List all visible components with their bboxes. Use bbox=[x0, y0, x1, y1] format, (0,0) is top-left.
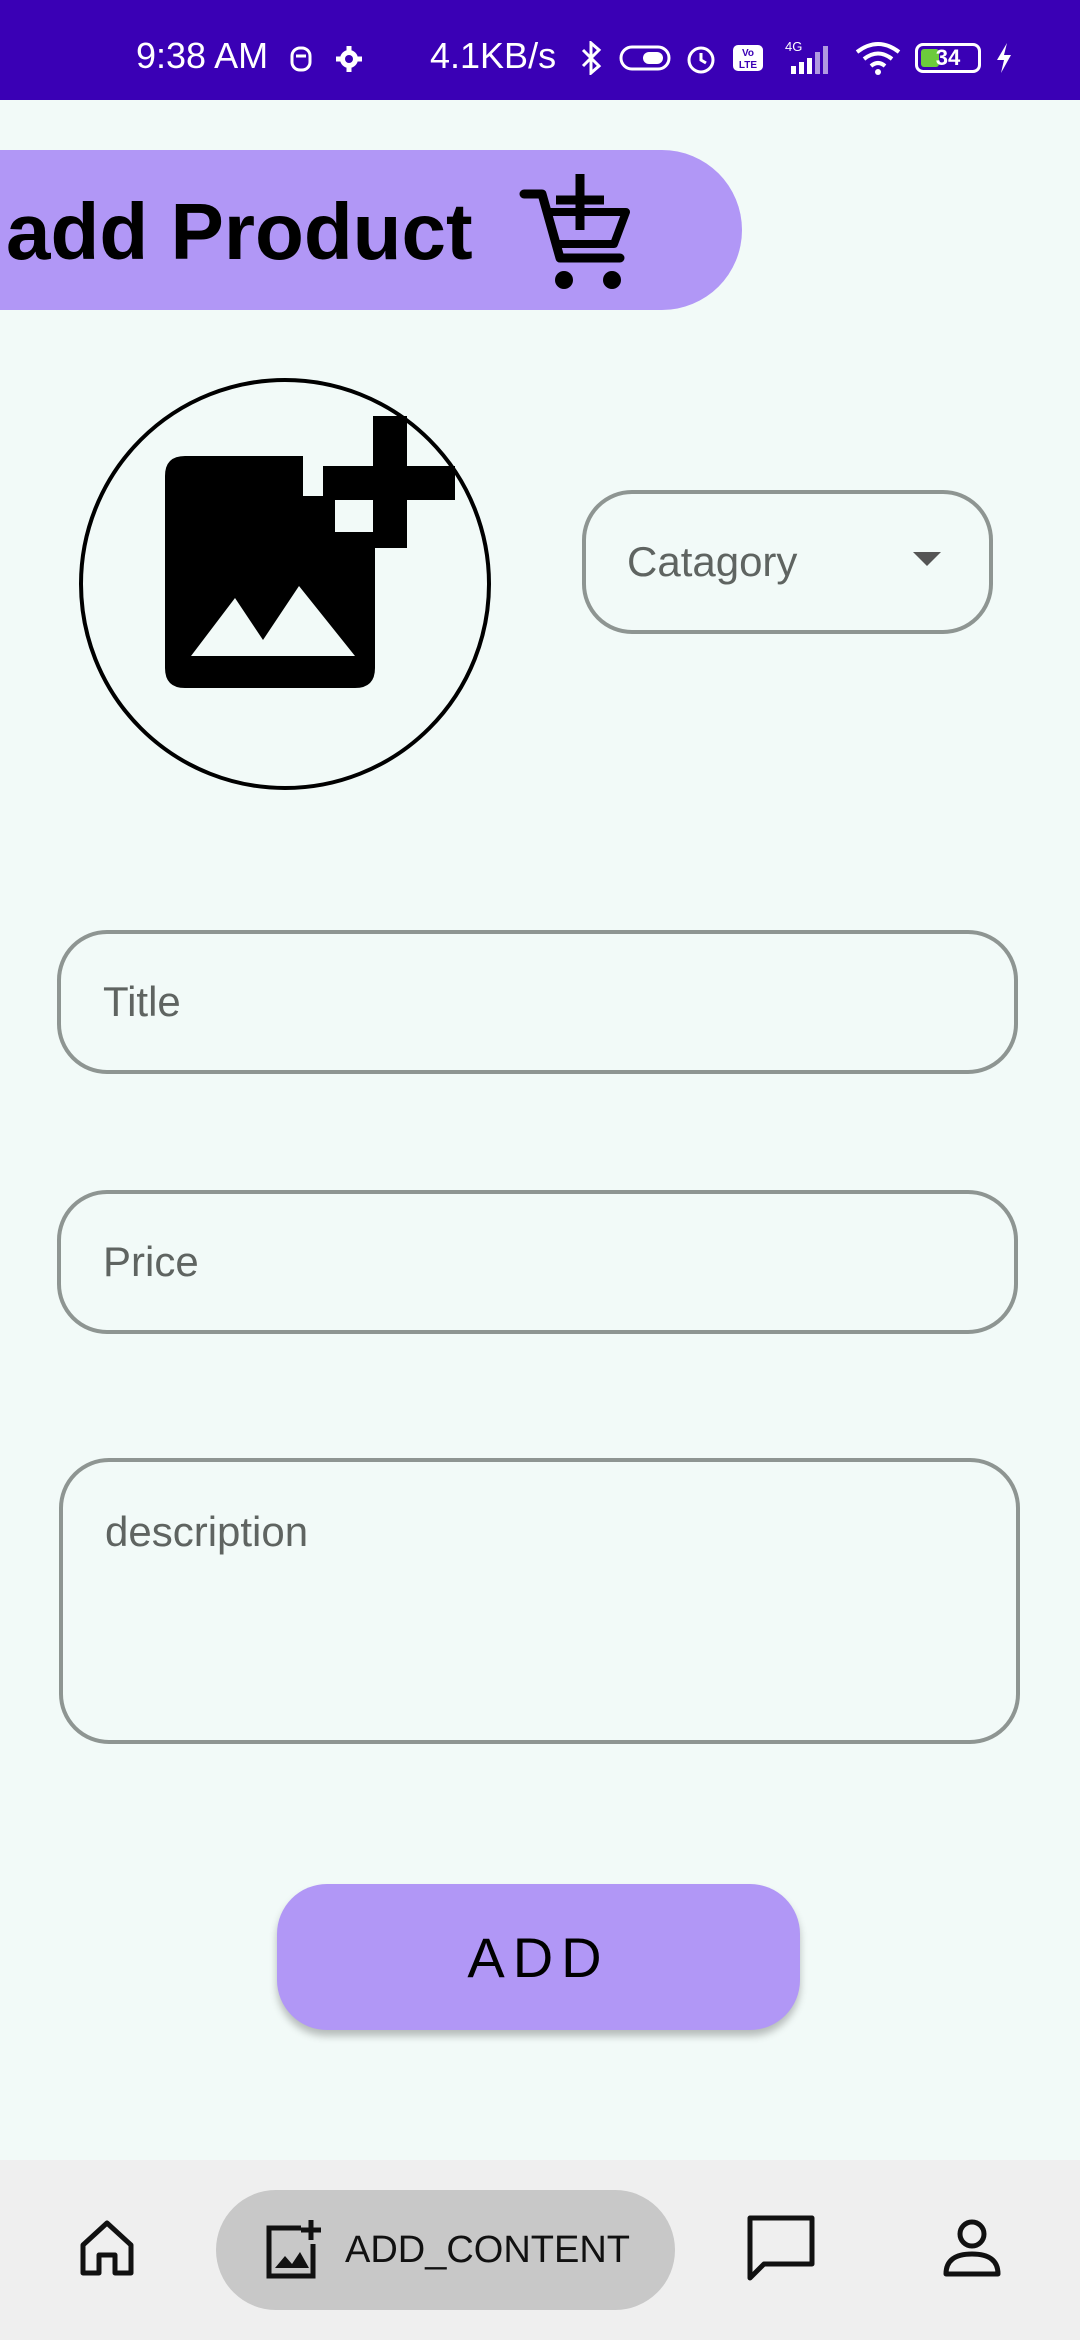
battery-icon: 34 bbox=[915, 43, 981, 73]
add-to-cart-icon bbox=[519, 174, 630, 289]
svg-text:LTE: LTE bbox=[739, 60, 757, 71]
chat-icon bbox=[747, 2215, 815, 2281]
description-input[interactable]: description bbox=[59, 1458, 1020, 1744]
toggle-icon bbox=[619, 45, 671, 71]
page-header: add Product bbox=[0, 150, 742, 310]
nav-add-content-label: ADD_CONTENT bbox=[344, 2228, 631, 2271]
add-button[interactable]: ADD bbox=[277, 1884, 800, 2030]
charging-icon bbox=[997, 43, 1011, 73]
nav-chat[interactable] bbox=[744, 2212, 818, 2286]
add-photo-icon bbox=[266, 2220, 321, 2279]
network-speed: 4.1KB/s bbox=[430, 35, 557, 76]
price-placeholder: Price bbox=[103, 1238, 199, 1285]
alarm-icon bbox=[687, 46, 715, 74]
nav-add-content[interactable]: ADD_CONTENT bbox=[216, 2190, 675, 2310]
add-photo-icon bbox=[165, 416, 455, 688]
description-placeholder: description bbox=[105, 1508, 309, 1555]
add-button-label: ADD bbox=[467, 1925, 610, 1989]
bluetooth-icon bbox=[581, 41, 602, 75]
battery-level: 34 bbox=[935, 45, 961, 70]
status-bar: 9:38 AM 4.1KB/s Vo LTE 4G 34 bbox=[0, 0, 1080, 100]
status-time: 9:38 AM bbox=[136, 35, 269, 76]
category-label: Catagory bbox=[627, 538, 798, 585]
face-icon bbox=[290, 46, 312, 72]
settings-gear-icon bbox=[336, 46, 362, 72]
image-picker[interactable] bbox=[79, 378, 491, 790]
svg-text:4G: 4G bbox=[785, 40, 802, 54]
bottom-nav: ADD_CONTENT bbox=[0, 2160, 1080, 2340]
profile-icon bbox=[943, 2219, 1001, 2277]
price-input[interactable]: Price bbox=[57, 1190, 1018, 1334]
page-title: add Product bbox=[6, 187, 473, 276]
nav-profile[interactable] bbox=[940, 2216, 1004, 2280]
nav-home[interactable] bbox=[72, 2212, 142, 2282]
dropdown-caret-icon bbox=[913, 552, 941, 566]
volte-icon: Vo LTE bbox=[733, 45, 763, 71]
status-icons: Vo LTE 4G 34 bbox=[575, 40, 1015, 76]
signal-icon: 4G bbox=[785, 40, 828, 74]
home-icon bbox=[80, 2220, 134, 2276]
title-input[interactable]: Title bbox=[57, 930, 1018, 1074]
title-placeholder: Title bbox=[103, 978, 181, 1025]
svg-text:Vo: Vo bbox=[742, 48, 754, 59]
category-dropdown[interactable]: Catagory bbox=[582, 490, 993, 634]
wifi-icon bbox=[855, 42, 901, 75]
